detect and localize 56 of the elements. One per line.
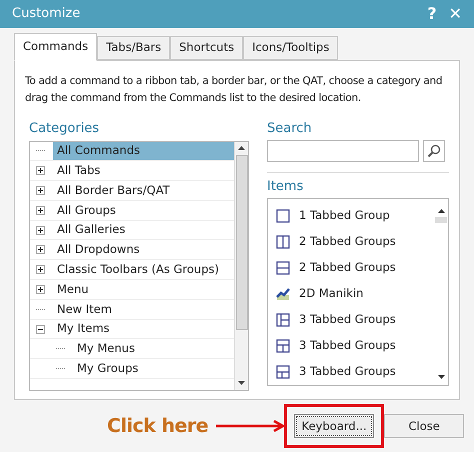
expand-icon[interactable]	[36, 245, 45, 254]
scroll-down-icon[interactable]	[438, 375, 444, 379]
scroll-up-icon[interactable]	[238, 146, 245, 150]
tab[interactable]: Shortcuts	[170, 36, 244, 60]
tree-item[interactable]: Classic Toolbars (As Groups)	[53, 260, 223, 280]
list-item[interactable]: 3 Tabbed Groups	[268, 359, 434, 385]
tab[interactable]: Icons/Tooltips	[243, 36, 338, 60]
instructions-text: To add a command to a ribbon tab, a border bar, or the QAT, choose a category and drag the command from the Commands list to the desired location.	[25, 74, 444, 106]
arrow-icon	[216, 420, 286, 432]
layout-icon	[276, 313, 290, 327]
tree-item[interactable]: All Groups	[53, 200, 120, 220]
items-label: Items	[267, 178, 304, 196]
tree-item[interactable]: All Commands	[53, 142, 234, 160]
list-item[interactable]: 2D Manikin	[268, 281, 434, 307]
scrollbar[interactable]	[234, 142, 248, 390]
list-item[interactable]: 3 Tabbed Groups	[268, 333, 434, 359]
annotation-text: Click here	[107, 414, 208, 439]
tree-item[interactable]: All Galleries	[53, 220, 130, 240]
search-icon	[427, 144, 441, 158]
expand-icon[interactable]	[36, 226, 45, 235]
figure-icon	[276, 287, 290, 301]
list-item[interactable]: 2 Tabbed Groups	[268, 255, 434, 281]
layout-icon	[276, 235, 290, 249]
search-label: Search	[267, 120, 313, 138]
layout-icon	[276, 365, 290, 379]
layout-icon	[276, 209, 290, 223]
expand-icon[interactable]	[36, 166, 45, 176]
scroll-down-icon[interactable]	[238, 380, 245, 384]
list-item[interactable]: 3 Tabbed Groups	[268, 307, 434, 333]
collapse-icon[interactable]	[36, 324, 45, 334]
list-item[interactable]: 2 Tabbed Groups	[268, 229, 434, 255]
search-button[interactable]	[423, 140, 445, 162]
tree-item[interactable]: My Groups	[73, 359, 142, 378]
scrollbar-thumb[interactable]	[435, 217, 447, 223]
expand-icon[interactable]	[36, 265, 45, 274]
categories-label: Categories	[29, 120, 100, 138]
layout-icon	[276, 339, 290, 353]
tree-item[interactable]: All Dropdowns	[53, 240, 144, 260]
expand-icon[interactable]	[36, 206, 45, 215]
tree-item[interactable]: New Item	[53, 300, 116, 319]
search-field[interactable]	[267, 140, 419, 162]
tree-item[interactable]: My Menus	[73, 339, 139, 358]
layout-icon	[276, 261, 290, 275]
tab[interactable]: Tabs/Bars	[97, 36, 170, 60]
expand-icon[interactable]	[36, 186, 45, 195]
expand-icon[interactable]	[36, 284, 45, 294]
tree-item[interactable]: My Items	[53, 320, 114, 338]
list-item[interactable]: 1 Tabbed Group	[268, 203, 434, 229]
tab[interactable]: Commands	[14, 33, 98, 61]
tree-item[interactable]: Menu	[53, 280, 93, 299]
scrollbar-thumb[interactable]	[236, 154, 248, 330]
window-title: Customize	[12, 5, 82, 24]
scroll-up-icon[interactable]	[438, 209, 444, 213]
tree-item[interactable]: All Tabs	[53, 161, 104, 180]
tree-item[interactable]: All Border Bars/QAT	[53, 181, 174, 200]
close-dialog-button[interactable]: Close	[384, 414, 464, 438]
